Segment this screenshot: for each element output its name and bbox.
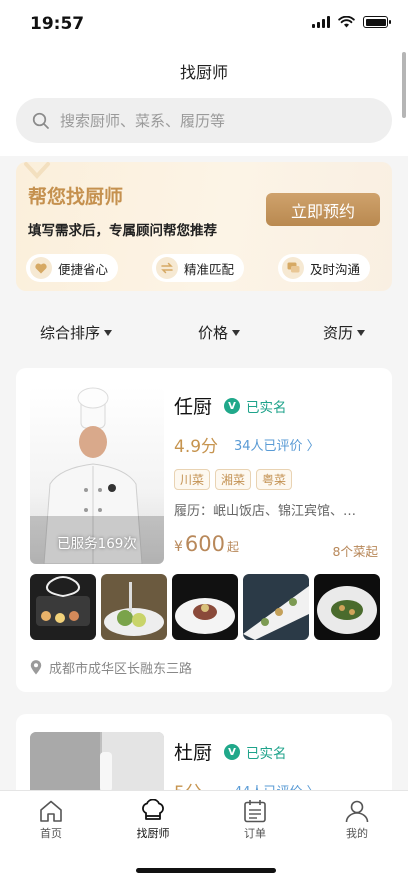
verified-badge: V 已实名 [224, 742, 287, 762]
tab-profile[interactable]: 我的 [322, 799, 392, 841]
sort-comprehensive[interactable]: 综合排序 [40, 322, 113, 343]
cuisine-tag: 湘菜 [215, 469, 252, 490]
tab-label: 订单 [244, 827, 266, 840]
price-value: 600 [184, 532, 226, 556]
sort-label: 价格 [198, 324, 229, 342]
feature-label: 及时沟通 [310, 261, 361, 277]
chef-name: 杜厨 [174, 742, 213, 764]
search-icon [32, 112, 49, 129]
address-text: 成都市成华区长融东三路 [49, 662, 193, 677]
dish-photo[interactable] [172, 574, 238, 640]
sort-label: 资历 [323, 324, 354, 342]
dish-gallery [30, 574, 380, 640]
scrollbar[interactable] [402, 52, 406, 118]
verified-icon: V [224, 398, 240, 414]
tab-home[interactable]: 首页 [16, 799, 86, 841]
home-indicator [136, 868, 276, 873]
tab-label: 我的 [346, 827, 368, 840]
served-count: 已服务169次 [57, 536, 137, 552]
cuisine-tag: 粤菜 [256, 469, 293, 490]
search-box[interactable] [16, 98, 392, 143]
price-unit: 起 [227, 540, 240, 554]
location-pin-icon [30, 660, 42, 675]
caret-down-icon [104, 329, 113, 336]
tab-find-chef[interactable]: 找厨师 [118, 799, 188, 841]
caret-down-icon [232, 329, 241, 336]
chef-name: 任厨 [174, 396, 213, 418]
banner-title: 帮您找厨师 [28, 186, 124, 208]
sort-label: 综合排序 [40, 324, 101, 342]
calendar-icon [244, 800, 266, 823]
home-icon [40, 800, 62, 822]
verified-label: 已实名 [246, 746, 287, 762]
status-icons [312, 16, 391, 28]
status-bar: 19:57 [0, 0, 408, 50]
dish-photo[interactable] [243, 574, 309, 640]
verified-icon: V [224, 744, 240, 760]
reviews-link[interactable]: 34人已评价 〉 [234, 435, 320, 454]
battery-icon [363, 16, 391, 28]
heart-icon [30, 257, 52, 279]
search-input[interactable] [60, 111, 360, 130]
book-now-button[interactable]: 立即预约 [266, 193, 380, 226]
chat-icon [282, 257, 304, 279]
tab-label: 找厨师 [136, 827, 170, 840]
dish-photo[interactable] [30, 574, 96, 640]
dish-photo[interactable] [101, 574, 167, 640]
feature-label: 精准匹配 [184, 261, 235, 277]
chef-price: ¥ 600 起 [174, 532, 239, 556]
cuisine-tag: 川菜 [174, 469, 211, 490]
price-currency: ¥ [174, 539, 183, 555]
feature-communicate: 及时沟通 [278, 254, 371, 282]
verified-label: 已实名 [246, 400, 287, 416]
dish-photo[interactable] [314, 574, 380, 640]
chef-hat-icon [142, 799, 164, 820]
wifi-icon [338, 16, 355, 28]
chef-card[interactable]: 已服务169次 任厨 V 已实名 4.9分 34人已评价 〉 川菜 湘菜 粤菜 … [16, 368, 392, 692]
swap-icon [156, 257, 178, 279]
min-order: 8个菜起 [332, 544, 378, 559]
tab-orders[interactable]: 订单 [220, 799, 290, 841]
chef-resume: 履历：岷山饭店、锦江宾馆、… [174, 504, 357, 519]
chef-score: 4.9分 [174, 437, 219, 457]
nav-bar: 找厨师 [0, 50, 408, 96]
search-area [0, 96, 408, 156]
sort-experience[interactable]: 资历 [323, 322, 366, 343]
feature-convenient: 便捷省心 [26, 254, 119, 282]
chef-photo: 已服务169次 [30, 386, 164, 564]
caret-down-icon [357, 329, 366, 336]
cellular-signal-icon [312, 16, 330, 28]
verified-badge: V 已实名 [224, 396, 287, 416]
sort-price[interactable]: 价格 [198, 322, 241, 343]
tab-label: 首页 [40, 827, 62, 840]
feature-label: 便捷省心 [58, 261, 109, 277]
cuisine-tags: 川菜 湘菜 粤菜 [174, 469, 293, 490]
chef-address: 成都市成华区长融东三路 [30, 658, 192, 677]
user-icon [345, 800, 369, 823]
find-chef-banner[interactable]: 帮您找厨师 填写需求后，专属顾问帮您推荐 立即预约 便捷省心 精准匹配 及时沟通 [16, 162, 392, 291]
page-title: 找厨师 [179, 63, 228, 82]
banner-subtitle: 填写需求后，专属顾问帮您推荐 [28, 223, 217, 239]
feature-match: 精准匹配 [152, 254, 245, 282]
status-time: 19:57 [30, 14, 85, 34]
sort-bar: 综合排序 价格 资历 [0, 308, 408, 356]
